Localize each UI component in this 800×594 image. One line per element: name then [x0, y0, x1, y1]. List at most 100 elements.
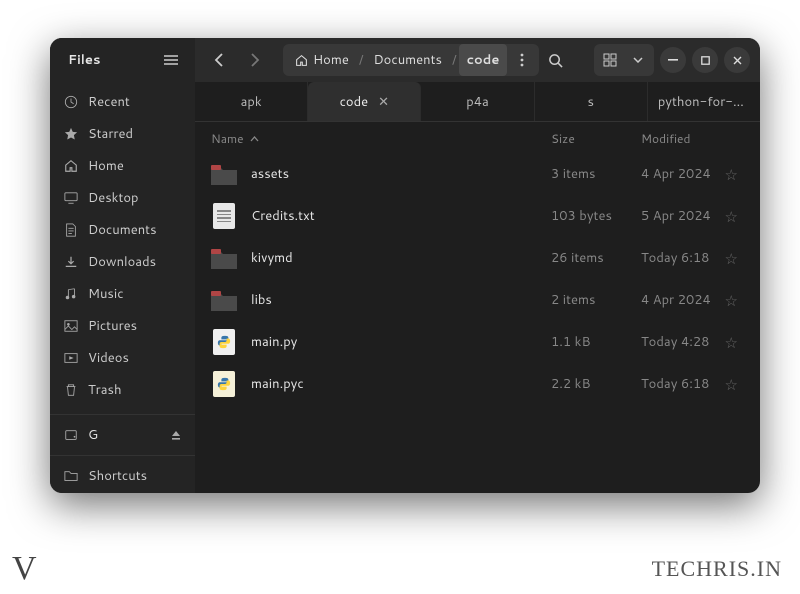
folder-icon: [211, 245, 237, 271]
watermark-logo: V: [12, 550, 37, 588]
column-headers: Name Size Modified: [195, 122, 760, 153]
sidebar-menu-button[interactable]: [157, 46, 185, 74]
tab-label: s: [587, 93, 593, 111]
main-panel: apk code ✕ p4a s python-for-android Name Size…: [195, 82, 760, 493]
files-window: Files Home / Documents / code: [50, 38, 760, 493]
search-icon: [548, 53, 563, 68]
sidebar-label: Trash: [88, 381, 122, 399]
file-name: main.py: [251, 333, 551, 351]
sidebar-item-starred[interactable]: Starred: [50, 118, 195, 150]
file-modified: Today 6:18: [641, 375, 719, 393]
sidebar-item-trash[interactable]: Trash: [50, 374, 195, 406]
star-button[interactable]: ☆: [719, 374, 744, 395]
file-row[interactable]: main.pyc2.2 kBToday 6:18☆: [195, 363, 760, 405]
star-icon: [64, 127, 78, 141]
crumb-label: Documents: [373, 51, 442, 69]
sidebar-item-documents[interactable]: Documents: [50, 214, 195, 246]
view-dropdown-button[interactable]: [624, 44, 652, 76]
tab-p4a[interactable]: p4a: [421, 82, 534, 121]
download-icon: [64, 255, 78, 269]
file-name: libs: [251, 291, 551, 309]
tab-apk[interactable]: apk: [195, 82, 308, 121]
sidebar-item-recent[interactable]: Recent: [50, 86, 195, 118]
sidebar-item-videos[interactable]: Videos: [50, 342, 195, 374]
crumb-home[interactable]: Home: [287, 44, 357, 76]
sidebar-item-downloads[interactable]: Downloads: [50, 246, 195, 278]
sidebar-label: Downloads: [88, 253, 156, 271]
file-list: assets3 items4 Apr 2024☆Credits.txt103 b…: [195, 153, 760, 493]
file-size: 103 bytes: [551, 207, 641, 225]
tab-close-icon[interactable]: ✕: [378, 93, 389, 111]
tab-label: python-for-android: [658, 93, 750, 111]
back-button[interactable]: [203, 44, 235, 76]
breadcrumb: Home / Documents / code: [283, 44, 539, 76]
file-modified: Today 4:28: [641, 333, 719, 351]
sidebar-label: Shortcuts: [88, 467, 147, 485]
file-row[interactable]: assets3 items4 Apr 2024☆: [195, 153, 760, 195]
home-icon: [64, 159, 78, 173]
sidebar-label: Recent: [88, 93, 130, 111]
column-size[interactable]: Size: [551, 130, 641, 147]
sidebar-item-music[interactable]: Music: [50, 278, 195, 310]
drive-label: G: [88, 426, 98, 444]
tab-code[interactable]: code ✕: [308, 82, 421, 121]
folder-icon: [64, 469, 78, 483]
drive-icon: [64, 428, 78, 442]
star-button[interactable]: ☆: [719, 164, 744, 185]
tab-label: apk: [241, 93, 262, 111]
content-area: Recent Starred Home DesktopDocuments Downloa…: [50, 82, 760, 493]
trash-icon: [64, 383, 78, 397]
star-button[interactable]: ☆: [719, 248, 744, 269]
grid-icon: [603, 53, 617, 67]
crumb-code[interactable]: code: [459, 44, 508, 76]
file-size: 3 items: [551, 165, 641, 183]
file-row[interactable]: main.py1.1 kBToday 4:28☆: [195, 321, 760, 363]
view-grid-button[interactable]: [596, 44, 624, 76]
tab-label: code: [340, 93, 369, 111]
star-button[interactable]: ☆: [719, 290, 744, 311]
minimize-button[interactable]: [660, 47, 686, 73]
maximize-button[interactable]: [692, 47, 718, 73]
sidebar-item-pictures[interactable]: Pictures: [50, 310, 195, 342]
crumb-label: code: [467, 51, 500, 69]
text-icon: [211, 203, 237, 229]
nav-buttons: [195, 44, 279, 76]
tab-python-for-android[interactable]: python-for-android: [648, 82, 760, 121]
column-modified[interactable]: Modified: [641, 130, 744, 147]
sidebar-item-home[interactable]: Home: [50, 150, 195, 182]
doc-icon: [64, 223, 78, 237]
python-icon: [211, 329, 237, 355]
crumb-label: Home: [313, 51, 349, 69]
file-row[interactable]: kivymd26 itemsToday 6:18☆: [195, 237, 760, 279]
file-name: Credits.txt: [251, 207, 551, 225]
sidebar-label: Home: [88, 157, 124, 175]
file-modified: 4 Apr 2024: [641, 291, 719, 309]
chevron-down-icon: [633, 57, 643, 63]
tab-bar: apk code ✕ p4a s python-for-android: [195, 82, 760, 122]
hamburger-icon: [164, 55, 178, 65]
music-icon: [64, 287, 78, 301]
sidebar-item-desktop[interactable]: Desktop: [50, 182, 195, 214]
desktop-icon: [64, 191, 78, 205]
close-button[interactable]: [724, 47, 750, 73]
eject-icon[interactable]: [171, 430, 181, 440]
file-name: main.pyc: [251, 375, 551, 393]
tab-s[interactable]: s: [535, 82, 648, 121]
file-row[interactable]: libs2 items4 Apr 2024☆: [195, 279, 760, 321]
view-controls: [594, 44, 654, 76]
path-menu-button[interactable]: [509, 44, 535, 76]
sidebar-drive[interactable]: G: [50, 419, 195, 451]
star-button[interactable]: ☆: [719, 332, 744, 353]
picture-icon: [64, 319, 78, 333]
sort-asc-icon: [250, 136, 259, 142]
crumb-documents[interactable]: Documents: [365, 44, 450, 76]
sidebar-label: Starred: [88, 125, 133, 143]
pythonc-icon: [211, 371, 237, 397]
watermark-brand: TECHRIS.IN: [652, 556, 782, 582]
star-button[interactable]: ☆: [719, 206, 744, 227]
forward-button[interactable]: [239, 44, 271, 76]
sidebar-shortcuts[interactable]: Shortcuts: [50, 460, 195, 492]
search-button[interactable]: [539, 44, 571, 76]
file-row[interactable]: Credits.txt103 bytes5 Apr 2024☆: [195, 195, 760, 237]
column-name[interactable]: Name: [211, 130, 551, 147]
